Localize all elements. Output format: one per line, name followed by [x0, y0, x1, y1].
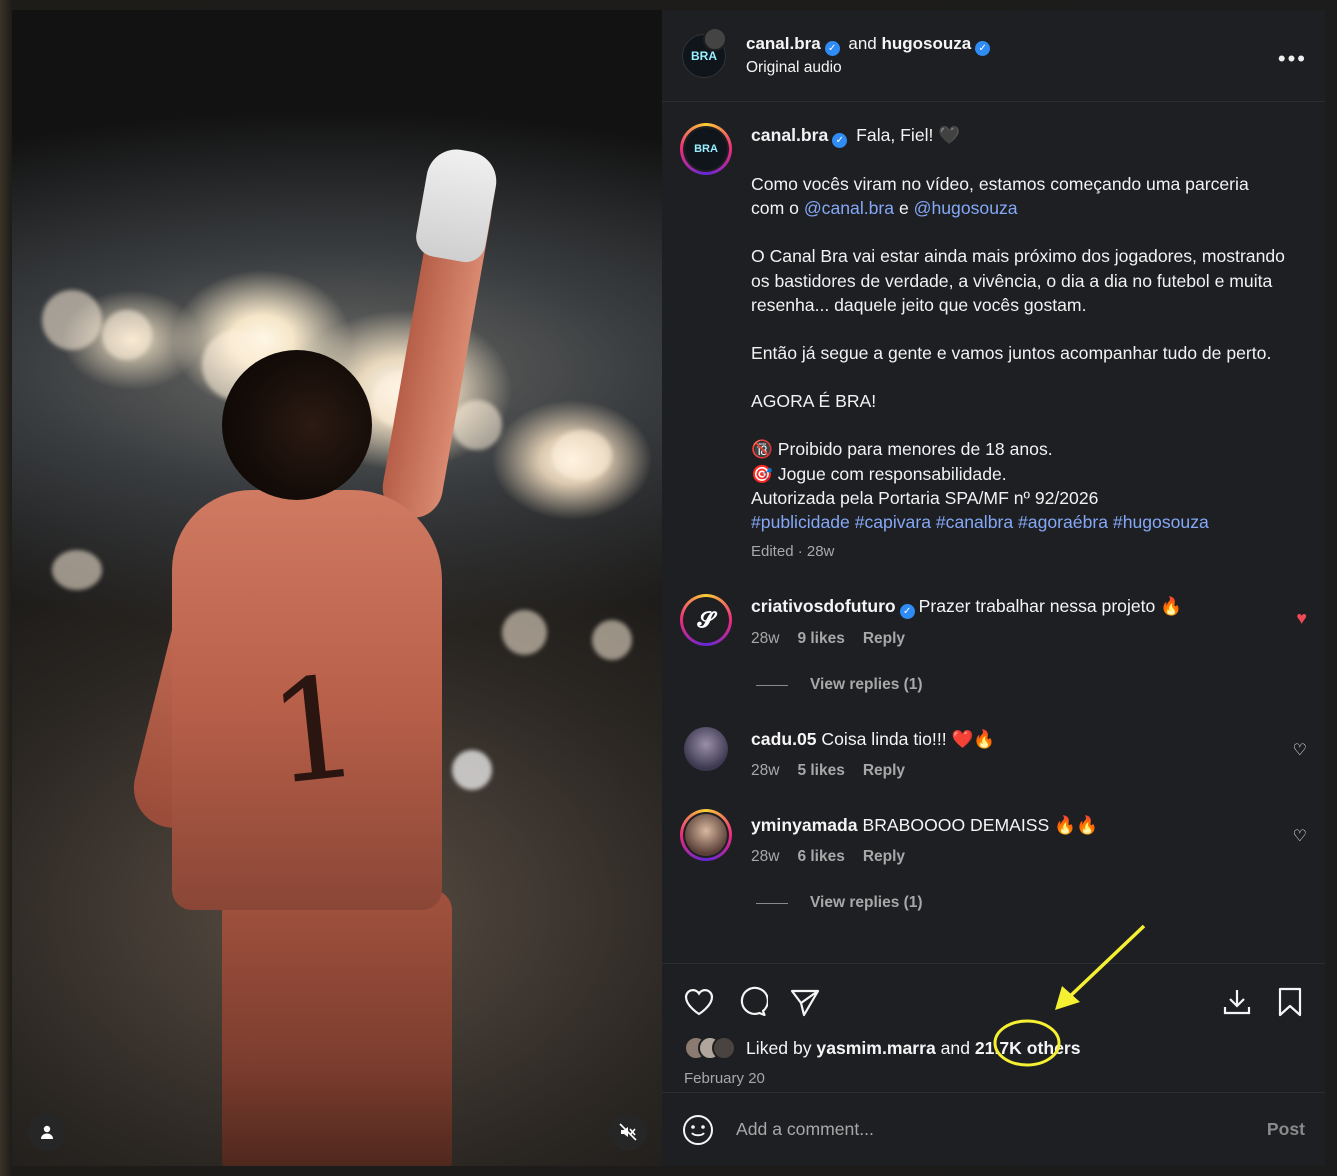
post-caption: BRA canal.bra ✓ Fala, Fiel! 🖤 Como vocês …: [662, 103, 1325, 564]
ellipsis-icon[interactable]: •••: [1278, 46, 1307, 72]
verified-badge-icon: ✓: [832, 133, 848, 148]
comment-likes[interactable]: 6 likes: [797, 848, 844, 865]
commenter-avatar[interactable]: [680, 809, 732, 862]
post-side-panel: BRA canal.bra ✓ and hugosouza ✓ Original a…: [662, 10, 1325, 1166]
coauthor-username[interactable]: hugosouza: [882, 34, 972, 53]
verified-badge-icon: ✓: [899, 604, 915, 620]
comment-icon[interactable]: [735, 985, 769, 1019]
caption-paragraph-1: Como vocês viram no vídeo, estamos começ…: [751, 174, 1249, 219]
author-username[interactable]: canal.bra: [746, 34, 821, 53]
comment-text: Coisa linda tio!!! ❤️🔥: [821, 729, 996, 750]
muted-speaker-icon: [619, 1123, 637, 1141]
author-joiner: and: [848, 33, 877, 53]
caption-author-avatar[interactable]: BRA: [680, 123, 732, 175]
mention-canal-bra[interactable]: @canal.bra: [804, 198, 894, 218]
jersey-number: 1: [261, 645, 368, 818]
action-bar: Liked by yasmim.marra and 21.7K others F…: [662, 963, 1325, 1091]
caption-lead: Fala, Fiel! 🖤: [856, 125, 961, 145]
coauthor-avatar[interactable]: [703, 26, 727, 51]
comment-text: Prazer trabalhar nessa projeto 🔥: [918, 596, 1183, 617]
reply-button[interactable]: Reply: [863, 630, 905, 647]
reply-button[interactable]: Reply: [863, 848, 905, 865]
avatar-logo-text: BRA: [691, 48, 717, 63]
tagged-users-button[interactable]: [28, 1113, 66, 1151]
post-comment-button[interactable]: Post: [1267, 1119, 1305, 1140]
commenter-avatar[interactable]: [684, 727, 728, 772]
reel-video[interactable]: 1: [12, 10, 662, 1166]
download-icon[interactable]: [1220, 985, 1254, 1019]
audio-label[interactable]: Original audio: [746, 56, 994, 80]
author-avatar[interactable]: BRA: [682, 26, 727, 78]
comment-username[interactable]: cadu.05: [751, 729, 817, 749]
comment-username[interactable]: criativosdofuturo: [751, 596, 896, 616]
mention-hugosouza[interactable]: @hugosouza: [914, 198, 1018, 218]
verified-badge-icon: ✓: [975, 40, 991, 56]
bookmark-icon[interactable]: [1273, 985, 1307, 1019]
comment-likes[interactable]: 5 likes: [797, 762, 844, 779]
comments-scroll-area[interactable]: BRA canal.bra ✓ Fala, Fiel! 🖤 Como vocês …: [662, 103, 1325, 963]
likes-count[interactable]: 21.7K: [975, 1038, 1022, 1059]
comment-item: yminyamada BRABOOOO DEMAISS 🔥🔥 28w 6 like…: [662, 809, 1325, 869]
comment-like-heart-icon[interactable]: ♥: [1296, 606, 1307, 630]
post-date: February 20: [684, 1070, 765, 1087]
comment-age: 28w: [751, 848, 780, 866]
verified-badge-icon: ✓: [824, 40, 840, 56]
liker-username[interactable]: yasmim.marra: [816, 1038, 935, 1059]
goalkeeper-figure: 1: [125, 144, 502, 1166]
liker-avatars: [684, 1036, 736, 1060]
caption-author[interactable]: canal.bra: [751, 125, 828, 145]
post-modal: 1 BRA canal.bra ✓ and hugosouza ✓ Original…: [12, 10, 1325, 1166]
likes-suffix[interactable]: others: [1027, 1038, 1081, 1059]
caption-line-1: 🔞 Proibido para menores de 18 anos.: [751, 439, 1053, 460]
likes-and: and: [940, 1037, 970, 1058]
view-replies-button[interactable]: View replies (1): [662, 673, 1325, 697]
person-icon: [41, 1125, 53, 1139]
likes-summary[interactable]: Liked by yasmim.marra and 21.7K others: [684, 1036, 1081, 1060]
caption-line-3: Autorizada pela Portaria SPA/MF nº 92/20…: [751, 487, 1099, 508]
heart-icon[interactable]: [682, 985, 716, 1019]
comment-age: 28w: [751, 630, 780, 648]
likes-prefix: Liked by: [746, 1037, 812, 1058]
comment-username[interactable]: yminyamada: [751, 815, 858, 835]
reply-button[interactable]: Reply: [863, 762, 905, 779]
caption-hashtags[interactable]: #publicidade #capivara #canalbra #agoraé…: [751, 510, 1285, 534]
view-replies-button[interactable]: View replies (1): [662, 891, 1325, 915]
comment-input[interactable]: Add a comment...: [736, 1119, 1267, 1140]
caption-paragraph-2: O Canal Bra vai estar ainda mais próximo…: [751, 246, 1285, 315]
comment-item: 𝓢 criativosdofuturo ✓ Prazer trabalhar nes…: [662, 594, 1325, 651]
caption-paragraph-3: Então já segue a gente e vamos juntos ac…: [751, 343, 1272, 364]
mute-button[interactable]: [609, 1113, 647, 1151]
comment-item: cadu.05 Coisa linda tio!!! ❤️🔥 28w 5 like…: [662, 727, 1325, 783]
post-header: BRA canal.bra ✓ and hugosouza ✓ Original a…: [662, 10, 1325, 102]
comment-age: 28w: [751, 762, 780, 780]
comment-composer: Add a comment... Post: [662, 1092, 1325, 1166]
smiley-icon[interactable]: [682, 1114, 714, 1146]
glove: [412, 144, 502, 266]
comment-likes[interactable]: 9 likes: [797, 630, 844, 647]
send-icon[interactable]: [788, 985, 822, 1019]
commenter-avatar[interactable]: 𝓢: [680, 594, 732, 647]
comment-like-heart-icon[interactable]: ♡: [1293, 739, 1307, 763]
comment-text: BRABOOOO DEMAISS 🔥🔥: [862, 815, 1098, 836]
caption-paragraph-4: AGORA É BRA!: [751, 391, 877, 412]
comment-like-heart-icon[interactable]: ♡: [1293, 825, 1307, 849]
caption-meta: Edited · 28w: [751, 543, 835, 561]
caption-line-2: 🎯 Jogue com responsabilidade.: [751, 463, 1007, 484]
